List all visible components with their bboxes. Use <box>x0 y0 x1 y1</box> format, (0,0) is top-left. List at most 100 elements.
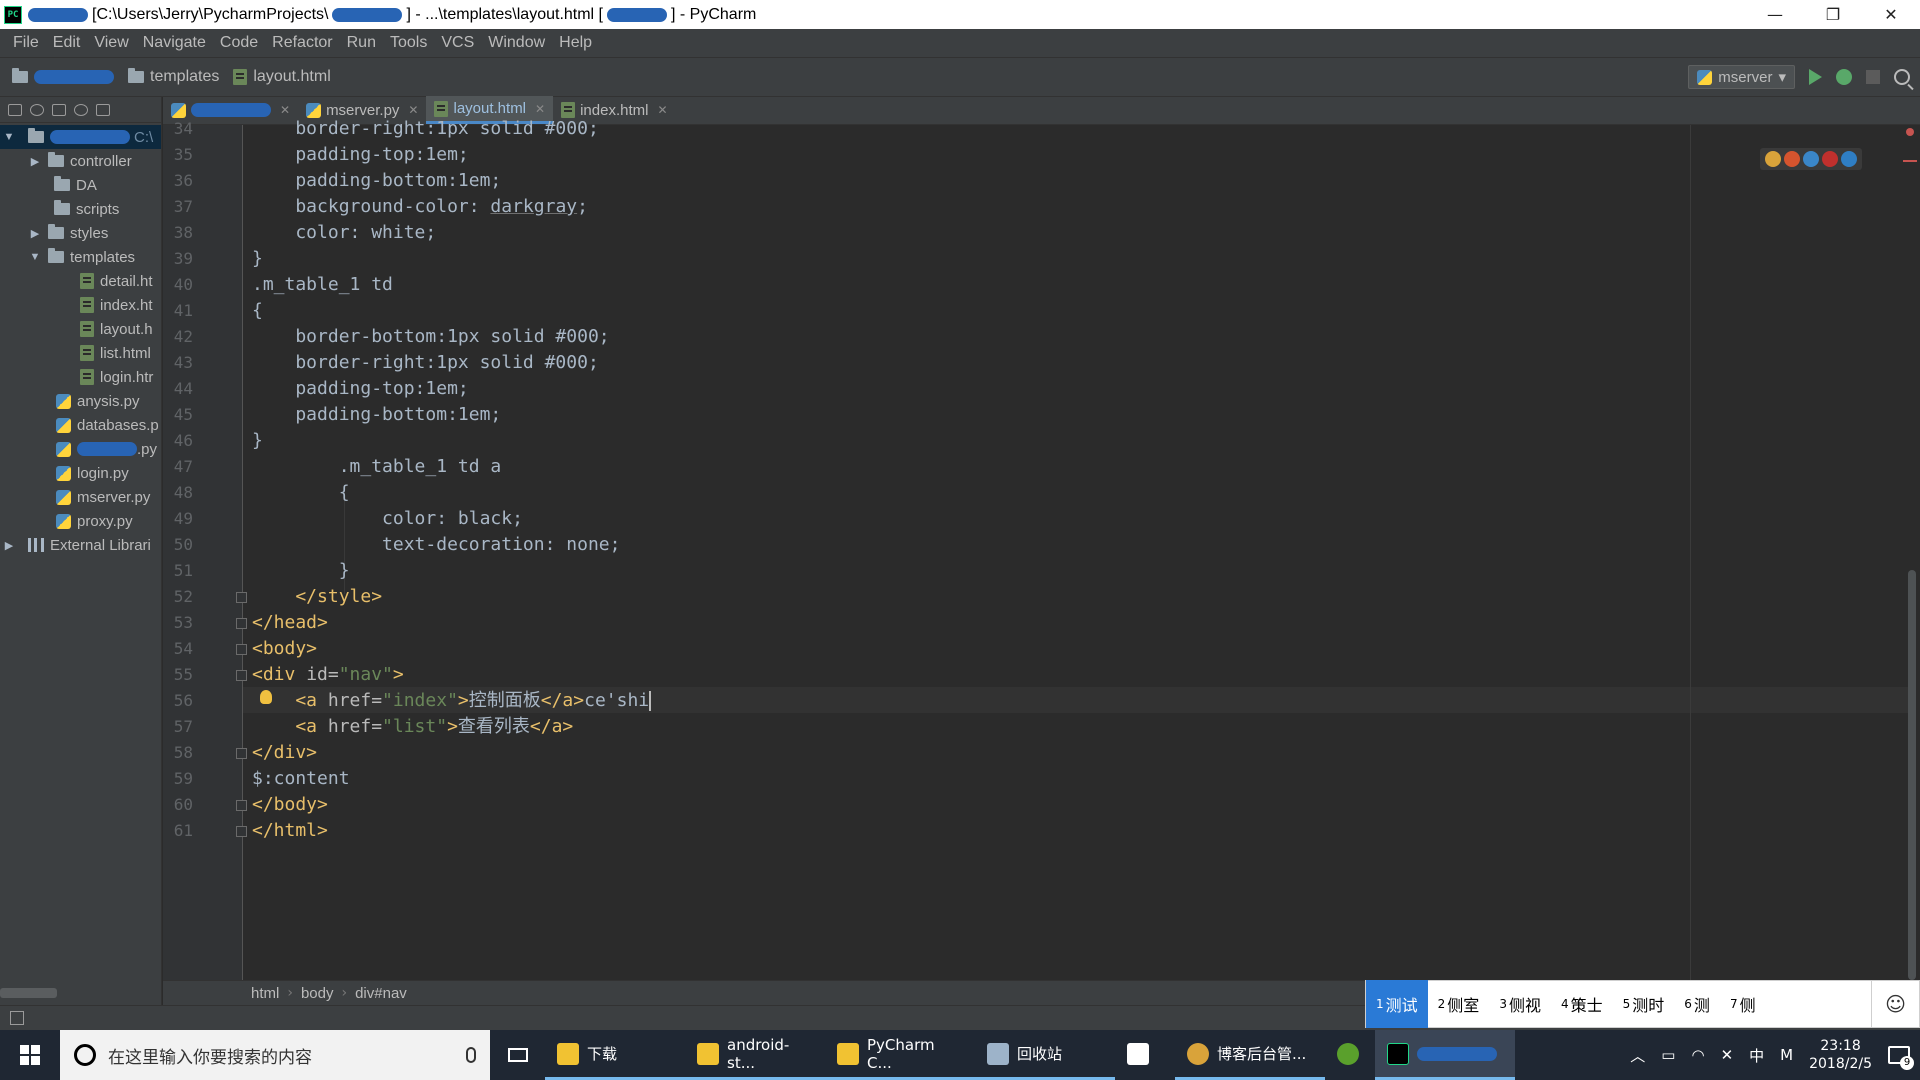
clock[interactable]: 23:18 2018/2/5 <box>1809 1037 1872 1073</box>
code-line-40[interactable]: .m_table_1 td <box>252 272 393 298</box>
code-line-38[interactable]: color: white; <box>252 220 436 246</box>
code-line-61[interactable]: </html> <box>252 818 328 844</box>
scroll-from-source-icon[interactable] <box>30 103 44 116</box>
close-icon[interactable]: ✕ <box>535 102 545 116</box>
menu-navigate[interactable]: Navigate <box>136 34 213 52</box>
tree-item-anysis-py[interactable]: anysis.py <box>0 389 161 413</box>
notification-center-icon[interactable]: 9 <box>1888 1046 1914 1070</box>
volume-muted-icon[interactable]: ✕ <box>1721 1046 1734 1064</box>
code-line-60[interactable]: </body> <box>252 792 328 818</box>
tree-item-proxy-py[interactable]: proxy.py <box>0 509 161 533</box>
input-language[interactable]: 中 <box>1749 1045 1764 1066</box>
gear-icon[interactable] <box>74 103 88 116</box>
menu-code[interactable]: Code <box>213 34 265 52</box>
tree-item-databases-py[interactable]: databases.p <box>0 413 161 437</box>
collapse-all-icon[interactable] <box>52 103 66 116</box>
taskbar-item-pycharm-folder[interactable]: PyCharm C... <box>825 1030 975 1080</box>
safari-icon[interactable] <box>1803 151 1819 167</box>
breadcrumb-html[interactable]: html <box>251 985 279 1002</box>
tree-item-templates[interactable]: ▼ templates <box>0 245 161 269</box>
minimize-icon[interactable]: — <box>1746 0 1804 29</box>
menu-view[interactable]: View <box>87 34 135 52</box>
nav-crumb-layout[interactable]: layout.html <box>233 68 331 86</box>
tree-item-layout-html[interactable]: layout.h <box>0 317 161 341</box>
emoji-icon[interactable]: ☺ <box>1871 980 1919 1028</box>
code-line-46[interactable]: } <box>252 428 263 454</box>
code-line-57[interactable]: <a href="list">查看列表</a> <box>252 714 573 740</box>
tree-item-mserver-py[interactable]: mserver.py <box>0 485 161 509</box>
menu-refactor[interactable]: Refactor <box>265 34 339 52</box>
code-line-48[interactable]: { <box>252 480 350 506</box>
microphone-icon[interactable] <box>466 1047 476 1063</box>
nav-crumb-templates[interactable]: templates <box>128 68 219 86</box>
code-line-47[interactable]: .m_table_1 td a <box>252 454 502 480</box>
close-icon[interactable]: ✕ <box>408 103 418 117</box>
code-line-34[interactable]: border-right:1px solid #000; <box>252 116 598 142</box>
hide-icon[interactable] <box>96 103 110 116</box>
menu-file[interactable]: File <box>6 34 46 52</box>
ime-candidate-5[interactable]: 5 测时 <box>1613 980 1675 1028</box>
tree-item-scripts[interactable]: scripts <box>0 197 161 221</box>
close-icon[interactable]: ✕ <box>280 103 290 117</box>
menu-tools[interactable]: Tools <box>383 34 434 52</box>
opera-icon[interactable] <box>1822 151 1838 167</box>
close-icon[interactable]: ✕ <box>1862 0 1920 29</box>
tree-item-external-libraries[interactable]: ▶ External Librari <box>0 533 161 557</box>
breadcrumb-body[interactable]: body <box>301 985 334 1002</box>
tree-item-controller[interactable]: ▶ controller <box>0 149 161 173</box>
code-line-52[interactable]: </style> <box>252 584 382 610</box>
code-line-51[interactable]: } <box>252 558 350 584</box>
fold-marker-icon[interactable] <box>236 826 247 837</box>
stop-icon[interactable] <box>1866 70 1880 84</box>
menu-window[interactable]: Window <box>481 34 552 52</box>
taskbar-item-store[interactable] <box>1115 1030 1175 1080</box>
code-line-54[interactable]: <body> <box>252 636 317 662</box>
tree-item-login-py[interactable]: login.py <box>0 461 161 485</box>
lightbulb-icon[interactable] <box>260 690 272 704</box>
code-line-50[interactable]: text-decoration: none; <box>252 532 620 558</box>
code-line-43[interactable]: border-right:1px solid #000; <box>252 350 598 376</box>
taskbar-item-android-studio[interactable]: android-st... <box>685 1030 825 1080</box>
chevron-up-icon[interactable]: ︿ <box>1630 1045 1645 1066</box>
code-line-37[interactable]: background-color: darkgray; <box>252 194 588 220</box>
code-line-55[interactable]: <div id="nav"> <box>252 662 404 688</box>
ime-mode-indicator[interactable]: M <box>1780 1046 1793 1064</box>
tree-item-list-html[interactable]: list.html <box>0 341 161 365</box>
tree-item-detail-html[interactable]: detail.ht <box>0 269 161 293</box>
code-line-53[interactable]: </head> <box>252 610 328 636</box>
code-line-44[interactable]: padding-top:1em; <box>252 376 468 402</box>
search-icon[interactable] <box>1894 69 1910 85</box>
project-horizontal-scrollbar[interactable] <box>0 988 57 998</box>
tool-windows-icon[interactable] <box>10 1011 24 1025</box>
code-line-41[interactable]: { <box>252 298 263 324</box>
taskbar-item-recycle-bin[interactable]: 回收站 <box>975 1030 1115 1080</box>
nav-crumb-project[interactable] <box>12 68 114 84</box>
tree-item-index-html[interactable]: index.ht <box>0 293 161 317</box>
chevron-right-icon[interactable]: ▶ <box>28 227 42 240</box>
error-stripe-mark[interactable] <box>1903 160 1917 162</box>
fold-marker-icon[interactable] <box>236 592 247 603</box>
editor-vertical-scrollbar[interactable] <box>1908 570 1916 980</box>
fold-marker-icon[interactable] <box>236 800 247 811</box>
restore-icon[interactable]: ❐ <box>1804 0 1862 29</box>
run-config-select[interactable]: mserver ▾ <box>1688 65 1795 89</box>
code-line-35[interactable]: padding-top:1em; <box>252 142 468 168</box>
project-view-icon[interactable] <box>8 103 22 116</box>
ime-candidate-2[interactable]: 2 侧室 <box>1428 980 1490 1028</box>
menu-help[interactable]: Help <box>552 34 599 52</box>
debug-icon[interactable] <box>1836 69 1852 85</box>
tree-item-styles[interactable]: ▶ styles <box>0 221 161 245</box>
tree-root[interactable]: ▼ C:\ <box>0 125 161 149</box>
taskbar-item-chrome[interactable]: 博客后台管... <box>1175 1030 1325 1080</box>
code-line-36[interactable]: padding-bottom:1em; <box>252 168 501 194</box>
chevron-down-icon[interactable]: ▼ <box>28 251 42 263</box>
ime-candidate-4[interactable]: 4 策士 <box>1551 980 1613 1028</box>
ime-candidate-3[interactable]: 3 侧视 <box>1489 980 1551 1028</box>
taskbar-item-downloads[interactable]: 下载 <box>545 1030 685 1080</box>
menu-vcs[interactable]: VCS <box>434 34 481 52</box>
breadcrumb-div-nav[interactable]: div#nav <box>355 985 407 1002</box>
tree-item-login-html[interactable]: login.htr <box>0 365 161 389</box>
code-line-39[interactable]: } <box>252 246 263 272</box>
tree-item-da[interactable]: DA <box>0 173 161 197</box>
battery-icon[interactable]: ▭ <box>1661 1046 1675 1064</box>
